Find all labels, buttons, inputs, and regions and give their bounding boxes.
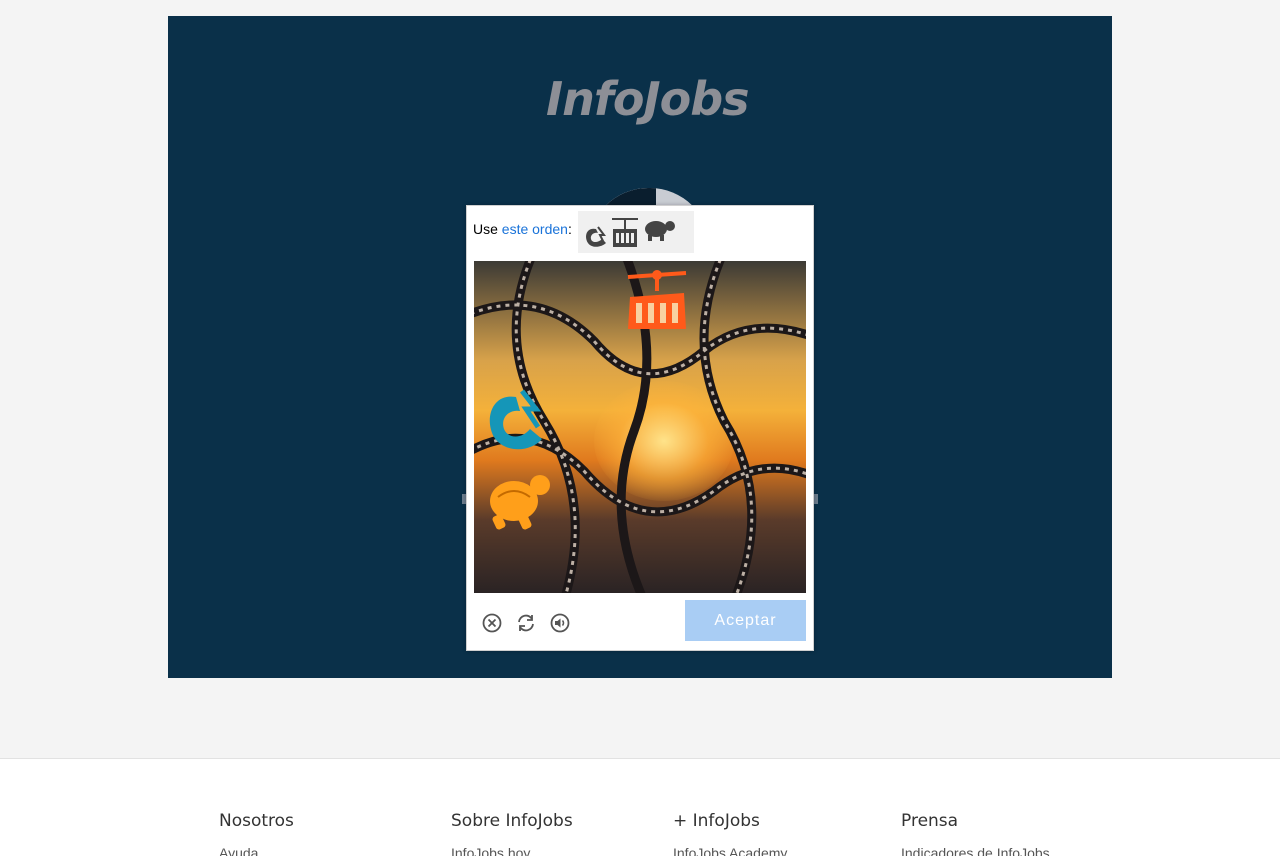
audio-icon[interactable] xyxy=(549,612,571,634)
magnet-icon xyxy=(586,226,606,247)
captcha-challenge-image[interactable] xyxy=(474,261,806,593)
accept-button[interactable]: Aceptar xyxy=(685,600,806,641)
footer-column-prensa: Prensa Indicadores de InfoJobs xyxy=(901,811,1050,856)
footer-column-mas-infojobs: + InfoJobs InfoJobs Academy xyxy=(673,811,787,856)
order-icons-strip xyxy=(578,211,694,253)
turtle-icon xyxy=(645,221,675,241)
footer-column-sobre: Sobre InfoJobs InfoJobs hoy xyxy=(451,811,573,856)
infojobs-logo: InfoJobs xyxy=(546,72,750,126)
captcha-footer: Aceptar xyxy=(467,600,813,650)
footer-link[interactable]: Ayuda xyxy=(219,845,294,856)
footer-link[interactable]: Indicadores de InfoJobs xyxy=(901,845,1050,856)
footer-heading: Prensa xyxy=(901,811,959,831)
turtle-icon[interactable] xyxy=(486,467,554,533)
captcha-instruction: Use este orden: xyxy=(473,221,572,237)
footer-link[interactable]: InfoJobs hoy xyxy=(451,845,573,856)
close-icon[interactable] xyxy=(481,612,503,634)
order-link[interactable]: este orden xyxy=(502,221,568,237)
cable-car-icon[interactable] xyxy=(624,267,690,331)
captcha-dialog: Use este orden: Aceptar xyxy=(466,205,814,651)
cable-car-icon xyxy=(612,218,638,247)
footer-column-nosotros: Nosotros Ayuda xyxy=(219,811,294,856)
magnet-icon[interactable] xyxy=(482,387,552,455)
footer-heading: Sobre InfoJobs xyxy=(451,811,573,831)
footer-heading: Nosotros xyxy=(219,811,294,831)
footer-link[interactable]: InfoJobs Academy xyxy=(673,845,787,856)
refresh-icon[interactable] xyxy=(515,612,537,634)
instruction-suffix: : xyxy=(567,221,572,237)
footer-heading: + InfoJobs xyxy=(673,811,760,831)
site-footer: Nosotros Ayuda Sobre InfoJobs InfoJobs h… xyxy=(0,758,1280,856)
instruction-prefix: Use xyxy=(473,221,498,237)
